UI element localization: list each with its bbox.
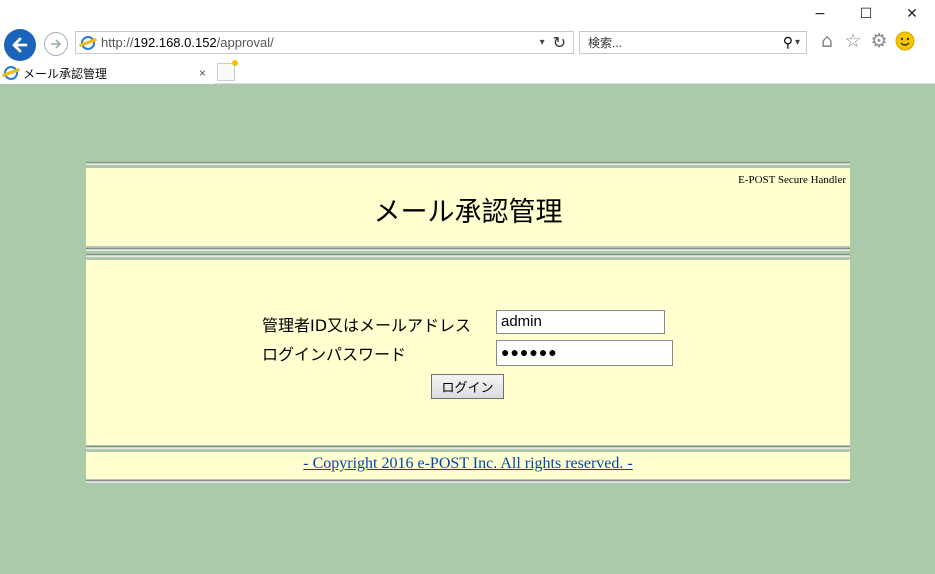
brand-text: E-POST Secure Handler: [738, 174, 846, 186]
search-dropdown-icon[interactable]: ▾: [795, 37, 800, 48]
smiley-icon[interactable]: [895, 30, 915, 52]
login-panel: 管理者ID又はメールアドレス admin ログインパスワード ●●●●●● ログ…: [86, 260, 850, 445]
new-tab-icon[interactable]: [217, 60, 238, 81]
url-prefix: http://: [101, 35, 134, 50]
login-button[interactable]: ログイン: [431, 374, 504, 399]
divider-form-bottom: [86, 446, 850, 449]
tab-active[interactable]: メール承認管理 ×: [0, 62, 214, 84]
browser-chrome: − ☐ ✕ http://192.168.0.152/approval/ ▾ ↻…: [0, 0, 935, 84]
divider-top: [86, 162, 850, 165]
refresh-icon[interactable]: ↻: [553, 33, 566, 53]
gear-icon[interactable]: ⚙: [869, 30, 889, 52]
star-icon[interactable]: ☆: [843, 30, 863, 52]
tab-ie-icon: [4, 66, 18, 80]
address-dropdown-icon[interactable]: ▾: [540, 37, 545, 48]
page-body: E-POST Secure Handler メール承認管理 管理者ID又はメール…: [0, 84, 935, 574]
login-form: 管理者ID又はメールアドレス admin ログインパスワード ●●●●●● ログ…: [86, 260, 850, 445]
back-icon: [12, 37, 28, 53]
search-box[interactable]: 検索... ⚲ ▾: [579, 31, 807, 54]
divider-header-bottom: [86, 248, 850, 251]
search-icon[interactable]: ⚲: [783, 34, 793, 51]
footer-panel: - Copyright 2016 e-POST Inc. All rights …: [86, 452, 850, 479]
tab-bar: メール承認管理 ×: [0, 60, 935, 84]
divider-form-top: [86, 254, 850, 257]
user-id-label: 管理者ID又はメールアドレス: [262, 316, 472, 335]
back-button[interactable]: [4, 29, 36, 61]
url-path: /approval/: [216, 35, 274, 50]
address-url[interactable]: http://192.168.0.152/approval/: [101, 35, 540, 50]
search-input[interactable]: 検索...: [580, 34, 783, 51]
divider-bottom: [86, 480, 850, 483]
close-window-button[interactable]: ✕: [889, 0, 935, 28]
forward-icon: [51, 39, 62, 49]
maximize-button[interactable]: ☐: [843, 0, 889, 28]
minimize-button[interactable]: −: [797, 0, 843, 28]
password-input[interactable]: ●●●●●●: [496, 340, 673, 366]
window-controls: − ☐ ✕: [797, 0, 935, 28]
password-label: ログインパスワード: [262, 345, 407, 364]
forward-button[interactable]: [44, 32, 68, 56]
tab-title: メール承認管理: [23, 66, 108, 81]
tab-close-icon[interactable]: ×: [199, 66, 206, 80]
user-id-input[interactable]: admin: [496, 310, 665, 334]
toolbar-icons: ⌂ ☆ ⚙: [817, 30, 915, 52]
home-icon[interactable]: ⌂: [817, 30, 837, 52]
ie-icon: [81, 35, 95, 50]
url-host: 192.168.0.152: [133, 35, 217, 50]
page-title: メール承認管理: [373, 197, 563, 228]
address-bar[interactable]: http://192.168.0.152/approval/ ▾ ↻: [75, 31, 574, 54]
header-panel: E-POST Secure Handler メール承認管理: [86, 168, 850, 246]
copyright-link[interactable]: - Copyright 2016 e-POST Inc. All rights …: [86, 455, 850, 473]
